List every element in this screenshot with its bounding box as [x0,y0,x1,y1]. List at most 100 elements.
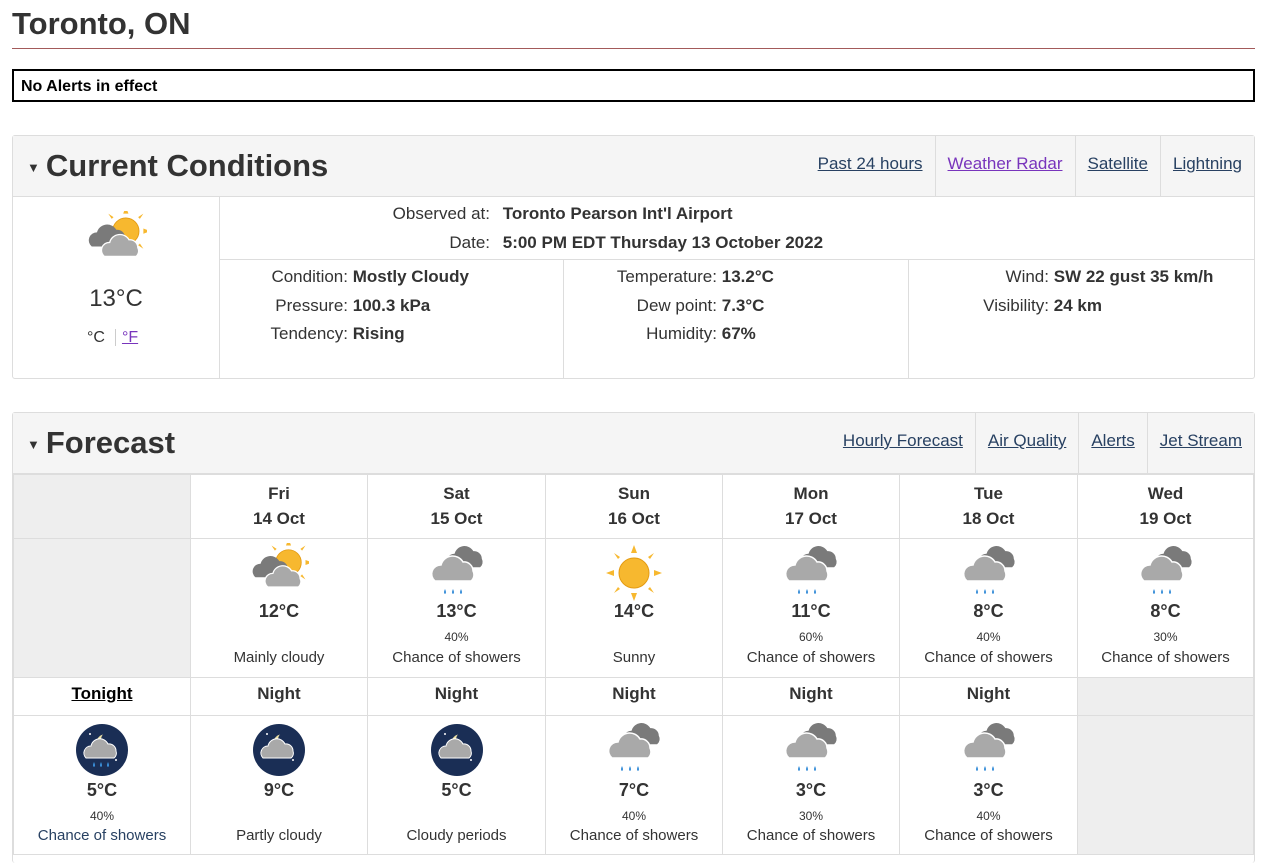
forecast-summary: Chance of showers [569,827,699,844]
forecast-blank-cell [13,538,191,678]
day-date: 18 Oct [962,509,1015,528]
current-conditions-title-text: Current Conditions [45,148,329,183]
day-name: Fri [268,484,290,503]
forecast-pop: 40% [89,809,115,823]
forecast-summary: Cloudy periods [406,827,507,844]
forecast-pop: 40% [444,630,469,644]
condition-label: Condition: [271,267,348,286]
forecast-night-header[interactable]: Night [899,677,1078,716]
night-label: Night [434,684,479,703]
wind-value: SW 22 gust 35 km/h [1053,267,1214,286]
rain-cloud-icon [1139,546,1192,594]
forecast-day-header[interactable]: Wed 19 Oct [1077,474,1254,539]
forecast-night-cell[interactable]: 5°C 40% Chance of showers [13,715,191,855]
pressure-row: Pressure: 100.3 kPa [220,296,430,316]
forecast-day-header[interactable]: Sun 16 Oct [545,474,723,539]
forecast-day-cell[interactable]: 12°C Mainly cloudy [190,538,368,678]
forecast-night-cell[interactable]: 3°C 30% Chance of showers [722,715,900,855]
link-past-24-hours[interactable]: Past 24 hours [806,136,935,196]
unit-fahrenheit-link[interactable]: °F [114,329,139,346]
forecast-title[interactable]: ▼ Forecast [27,425,175,461]
date-label: Date: [449,233,490,252]
forecast-temp: 5°C [86,780,118,800]
moon-rain-icon [76,724,128,776]
date-value: 5:00 PM EDT Thursday 13 October 2022 [502,233,824,252]
link-hourly-forecast[interactable]: Hourly Forecast [831,413,975,473]
forecast-temp: 11°C [791,601,831,621]
wind-label: Wind: [1005,267,1049,286]
forecast-day-label: Sun 16 Oct [546,475,722,531]
humidity-row: Humidity: 67% [564,324,756,344]
link-weather-radar[interactable]: Weather Radar [934,136,1075,196]
forecast-panel: ▼ Forecast Hourly Forecast Air Quality Al… [12,412,1255,863]
forecast-day-header[interactable]: Tue 18 Oct [899,474,1078,539]
unit-celsius: °C [87,329,105,346]
link-alerts[interactable]: Alerts [1078,413,1146,473]
forecast-pop: 30% [798,809,824,823]
forecast-day-header[interactable]: Sat 15 Oct [367,474,546,539]
forecast-temp: 3°C [795,780,827,800]
current-icon-column: 13°C °C °F [13,197,220,378]
tendency-value: Rising [352,324,405,343]
forecast-day-label: Tue 18 Oct [900,475,1077,531]
forecast-summary: Chance of showers [924,827,1053,844]
current-temp: 13°C [89,285,143,312]
rain-cloud-icon [784,546,837,594]
temperature-value: 13.2°C [721,267,774,286]
forecast-night-header[interactable]: Night [545,677,723,716]
link-jet-stream[interactable]: Jet Stream [1146,413,1254,473]
humidity-value: 67% [721,324,756,343]
forecast-pop: 40% [976,809,1001,823]
forecast-pop: 30% [1153,630,1178,644]
day-date: 15 Oct [430,509,483,528]
forecast-summary: Chance of showers [924,649,1053,666]
forecast-night-cell[interactable]: 5°C Cloudy periods [367,715,546,855]
forecast-day-header[interactable]: Mon 17 Oct [722,474,900,539]
forecast-summary: Chance of showers [746,827,876,844]
forecast-title-text: Forecast [45,425,176,460]
forecast-day-cell[interactable]: 14°C Sunny [545,538,723,678]
forecast-night-blank [1077,715,1254,855]
forecast-temp: 9°C [263,780,295,800]
tonight-link[interactable]: Tonight [14,678,190,704]
current-conditions-title[interactable]: ▼ Current Conditions [27,148,328,184]
rain-cloud-icon [784,723,837,771]
link-lightning[interactable]: Lightning [1159,136,1254,196]
night-label: Night [612,684,656,703]
forecast-summary: Sunny [612,649,656,666]
forecast-day-label: Fri 14 Oct [191,475,367,531]
forecast-night-cell[interactable]: 7°C 40% Chance of showers [545,715,723,855]
rain-cloud-icon [430,546,483,594]
moon-cloud-icon [430,724,483,776]
forecast-corner-cell [13,474,191,539]
link-satellite[interactable]: Satellite [1074,136,1160,196]
link-air-quality[interactable]: Air Quality [974,413,1078,473]
tendency-label: Tendency: [270,324,349,343]
forecast-summary: Mainly cloudy [233,649,325,666]
dewpoint-value: 7.3°C [721,296,765,315]
alerts-banner: No Alerts in effect [12,69,1255,102]
forecast-day-cell[interactable]: 11°C 60% Chance of showers [722,538,900,678]
forecast-day-header[interactable]: Fri 14 Oct [190,474,368,539]
forecast-temp: 8°C [973,601,1004,621]
day-name: Sat [443,484,470,503]
caret-down-icon: ▼ [27,160,40,176]
forecast-pop: 40% [976,630,1001,644]
forecast-day-cell[interactable]: 8°C 40% Chance of showers [899,538,1078,678]
forecast-day-cell[interactable]: 8°C 30% Chance of showers [1077,538,1254,678]
forecast-night-header[interactable]: Tonight [13,677,191,716]
forecast-day-cell[interactable]: 13°C 40% Chance of showers [367,538,546,678]
forecast-day-label: Mon 17 Oct [723,475,899,531]
forecast-night-header[interactable]: Night [367,677,546,716]
day-name: Mon [793,484,829,503]
forecast-summary: Chance of showers [392,649,521,666]
unit-toggle: °C °F [87,329,139,347]
forecast-night-cell[interactable]: 3°C 40% Chance of showers [899,715,1078,855]
forecast-night-header[interactable]: Night [722,677,900,716]
current-conditions-panel: ▼ Current Conditions Past 24 hours Weathe… [12,135,1255,379]
day-date: 14 Oct [253,509,305,528]
forecast-night-header[interactable]: Night [190,677,368,716]
condition-row: Condition: Mostly Cloudy [220,267,468,287]
forecast-summary: Partly cloudy [236,827,322,844]
forecast-night-cell[interactable]: 9°C Partly cloudy [190,715,368,855]
